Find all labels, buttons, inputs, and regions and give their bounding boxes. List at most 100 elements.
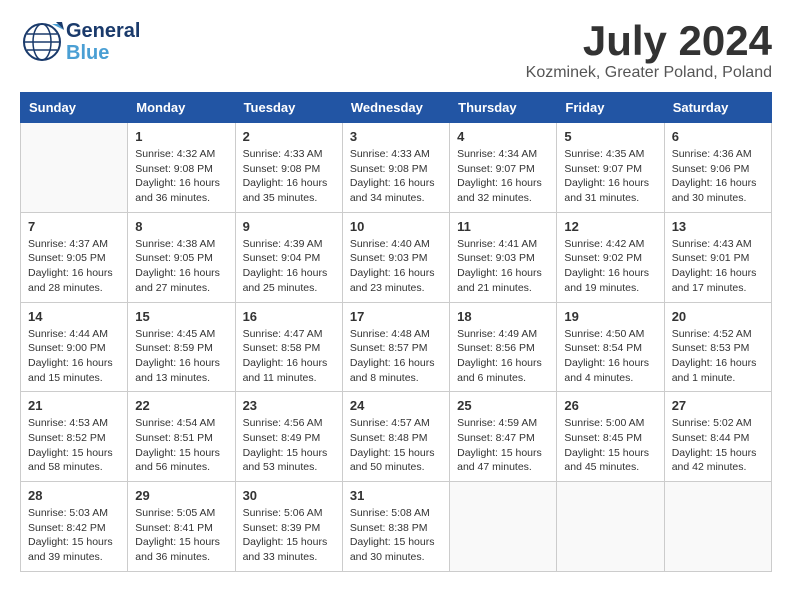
day-info: Sunrise: 4:34 AMSunset: 9:07 PMDaylight:…	[457, 147, 549, 206]
calendar-cell: 9Sunrise: 4:39 AMSunset: 9:04 PMDaylight…	[235, 212, 342, 302]
day-info: Sunrise: 4:49 AMSunset: 8:56 PMDaylight:…	[457, 327, 549, 386]
day-info: Sunrise: 4:36 AMSunset: 9:06 PMDaylight:…	[672, 147, 764, 206]
calendar-weekday-tuesday: Tuesday	[235, 93, 342, 123]
day-number: 12	[564, 219, 656, 234]
page: General Blue July 2024 Kozminek, Greater…	[0, 0, 792, 582]
day-info: Sunrise: 4:38 AMSunset: 9:05 PMDaylight:…	[135, 237, 227, 296]
calendar-cell: 4 Sunrise: 4:34 AMSunset: 9:07 PMDaylight…	[450, 123, 557, 213]
day-info: Sunrise: 4:33 AMSunset: 9:08 PMDaylight:…	[350, 147, 442, 206]
calendar-cell: 16 Sunrise: 4:47 AMSunset: 8:58 PMDayligh…	[235, 302, 342, 392]
day-number: 21	[28, 398, 120, 413]
day-info: Sunrise: 4:50 AMSunset: 8:54 PMDaylight:…	[564, 327, 656, 386]
day-info: Sunrise: 5:06 AMSunset: 8:39 PMDaylight:…	[243, 506, 335, 565]
calendar-header-row: SundayMondayTuesdayWednesdayThursdayFrid…	[21, 93, 772, 123]
calendar-week-row: 28 Sunrise: 5:03 AMSunset: 8:42 PMDayligh…	[21, 482, 772, 572]
day-number: 2	[243, 129, 335, 144]
day-info: Sunrise: 4:41 AMSunset: 9:03 PMDaylight:…	[457, 237, 549, 296]
calendar-cell: 25 Sunrise: 4:59 AMSunset: 8:47 PMDayligh…	[450, 392, 557, 482]
calendar-cell: 7 Sunrise: 4:37 AMSunset: 9:05 PMDaylight…	[21, 212, 128, 302]
day-number: 4	[457, 129, 549, 144]
day-info: Sunrise: 5:02 AMSunset: 8:44 PMDaylight:…	[672, 416, 764, 475]
calendar-cell: 20Sunrise: 4:52 AMSunset: 8:53 PMDayligh…	[664, 302, 771, 392]
day-number: 5	[564, 129, 656, 144]
day-number: 18	[457, 309, 549, 324]
day-number: 14	[28, 309, 120, 324]
calendar-weekday-friday: Friday	[557, 93, 664, 123]
calendar-weekday-sunday: Sunday	[21, 93, 128, 123]
day-number: 6	[672, 129, 764, 144]
calendar-cell: 8 Sunrise: 4:38 AMSunset: 9:05 PMDaylight…	[128, 212, 235, 302]
day-number: 8	[135, 219, 227, 234]
day-info: Sunrise: 4:43 AMSunset: 9:01 PMDaylight:…	[672, 237, 764, 296]
day-number: 7	[28, 219, 120, 234]
calendar-cell: 26Sunrise: 5:00 AMSunset: 8:45 PMDayligh…	[557, 392, 664, 482]
day-info: Sunrise: 5:03 AMSunset: 8:42 PMDaylight:…	[28, 506, 120, 565]
day-info: Sunrise: 5:08 AMSunset: 8:38 PMDaylight:…	[350, 506, 442, 565]
day-number: 10	[350, 219, 442, 234]
day-number: 28	[28, 488, 120, 503]
calendar-week-row: 1Sunrise: 4:32 AMSunset: 9:08 PMDaylight…	[21, 123, 772, 213]
logo-general: General	[66, 20, 140, 42]
calendar-cell: 22 Sunrise: 4:54 AMSunset: 8:51 PMDayligh…	[128, 392, 235, 482]
day-number: 3	[350, 129, 442, 144]
location-subtitle: Kozminek, Greater Poland, Poland	[526, 64, 772, 82]
day-number: 25	[457, 398, 549, 413]
day-info: Sunrise: 4:33 AMSunset: 9:08 PMDaylight:…	[243, 147, 335, 206]
day-info: Sunrise: 4:40 AMSunset: 9:03 PMDaylight:…	[350, 237, 442, 296]
day-number: 26	[564, 398, 656, 413]
calendar-cell	[557, 482, 664, 572]
month-year-title: July 2024	[526, 20, 772, 62]
day-info: Sunrise: 4:44 AMSunset: 9:00 PMDaylight:…	[28, 327, 120, 386]
calendar-weekday-saturday: Saturday	[664, 93, 771, 123]
day-info: Sunrise: 4:32 AMSunset: 9:08 PMDaylight:…	[135, 147, 227, 206]
calendar-cell: 24Sunrise: 4:57 AMSunset: 8:48 PMDayligh…	[342, 392, 449, 482]
calendar-week-row: 7 Sunrise: 4:37 AMSunset: 9:05 PMDaylight…	[21, 212, 772, 302]
day-number: 31	[350, 488, 442, 503]
calendar-cell: 19 Sunrise: 4:50 AMSunset: 8:54 PMDayligh…	[557, 302, 664, 392]
day-number: 16	[243, 309, 335, 324]
calendar-weekday-wednesday: Wednesday	[342, 93, 449, 123]
day-number: 19	[564, 309, 656, 324]
day-info: Sunrise: 4:47 AMSunset: 8:58 PMDaylight:…	[243, 327, 335, 386]
day-info: Sunrise: 4:59 AMSunset: 8:47 PMDaylight:…	[457, 416, 549, 475]
day-number: 27	[672, 398, 764, 413]
day-info: Sunrise: 4:42 AMSunset: 9:02 PMDaylight:…	[564, 237, 656, 296]
day-info: Sunrise: 4:39 AMSunset: 9:04 PMDaylight:…	[243, 237, 335, 296]
calendar-cell: 29 Sunrise: 5:05 AMSunset: 8:41 PMDayligh…	[128, 482, 235, 572]
calendar-cell: 5Sunrise: 4:35 AMSunset: 9:07 PMDaylight…	[557, 123, 664, 213]
calendar-cell: 15Sunrise: 4:45 AMSunset: 8:59 PMDayligh…	[128, 302, 235, 392]
calendar-table: SundayMondayTuesdayWednesdayThursdayFrid…	[20, 92, 772, 572]
day-info: Sunrise: 5:05 AMSunset: 8:41 PMDaylight:…	[135, 506, 227, 565]
day-info: Sunrise: 4:37 AMSunset: 9:05 PMDaylight:…	[28, 237, 120, 296]
day-number: 29	[135, 488, 227, 503]
calendar-cell: 12 Sunrise: 4:42 AMSunset: 9:02 PMDayligh…	[557, 212, 664, 302]
calendar-week-row: 14 Sunrise: 4:44 AMSunset: 9:00 PMDayligh…	[21, 302, 772, 392]
calendar-cell: 2 Sunrise: 4:33 AMSunset: 9:08 PMDaylight…	[235, 123, 342, 213]
calendar-cell: 13Sunrise: 4:43 AMSunset: 9:01 PMDayligh…	[664, 212, 771, 302]
day-number: 22	[135, 398, 227, 413]
logo: General Blue	[20, 20, 140, 64]
calendar-week-row: 21 Sunrise: 4:53 AMSunset: 8:52 PMDayligh…	[21, 392, 772, 482]
calendar-cell: 23 Sunrise: 4:56 AMSunset: 8:49 PMDayligh…	[235, 392, 342, 482]
calendar-cell: 28 Sunrise: 5:03 AMSunset: 8:42 PMDayligh…	[21, 482, 128, 572]
day-number: 15	[135, 309, 227, 324]
calendar-weekday-thursday: Thursday	[450, 93, 557, 123]
day-number: 23	[243, 398, 335, 413]
calendar-weekday-monday: Monday	[128, 93, 235, 123]
day-number: 30	[243, 488, 335, 503]
logo-blue: Blue	[66, 42, 140, 64]
day-info: Sunrise: 4:56 AMSunset: 8:49 PMDaylight:…	[243, 416, 335, 475]
calendar-cell: 14 Sunrise: 4:44 AMSunset: 9:00 PMDayligh…	[21, 302, 128, 392]
calendar-cell: 1Sunrise: 4:32 AMSunset: 9:08 PMDaylight…	[128, 123, 235, 213]
calendar-cell: 3 Sunrise: 4:33 AMSunset: 9:08 PMDaylight…	[342, 123, 449, 213]
day-info: Sunrise: 4:52 AMSunset: 8:53 PMDaylight:…	[672, 327, 764, 386]
calendar-cell: 31 Sunrise: 5:08 AMSunset: 8:38 PMDayligh…	[342, 482, 449, 572]
day-info: Sunrise: 4:53 AMSunset: 8:52 PMDaylight:…	[28, 416, 120, 475]
calendar-cell: 27 Sunrise: 5:02 AMSunset: 8:44 PMDayligh…	[664, 392, 771, 482]
calendar-cell: 18 Sunrise: 4:49 AMSunset: 8:56 PMDayligh…	[450, 302, 557, 392]
day-info: Sunrise: 4:54 AMSunset: 8:51 PMDaylight:…	[135, 416, 227, 475]
header: General Blue July 2024 Kozminek, Greater…	[20, 20, 772, 82]
title-area: July 2024 Kozminek, Greater Poland, Pola…	[526, 20, 772, 82]
day-info: Sunrise: 4:57 AMSunset: 8:48 PMDaylight:…	[350, 416, 442, 475]
calendar-cell: 10 Sunrise: 4:40 AMSunset: 9:03 PMDayligh…	[342, 212, 449, 302]
